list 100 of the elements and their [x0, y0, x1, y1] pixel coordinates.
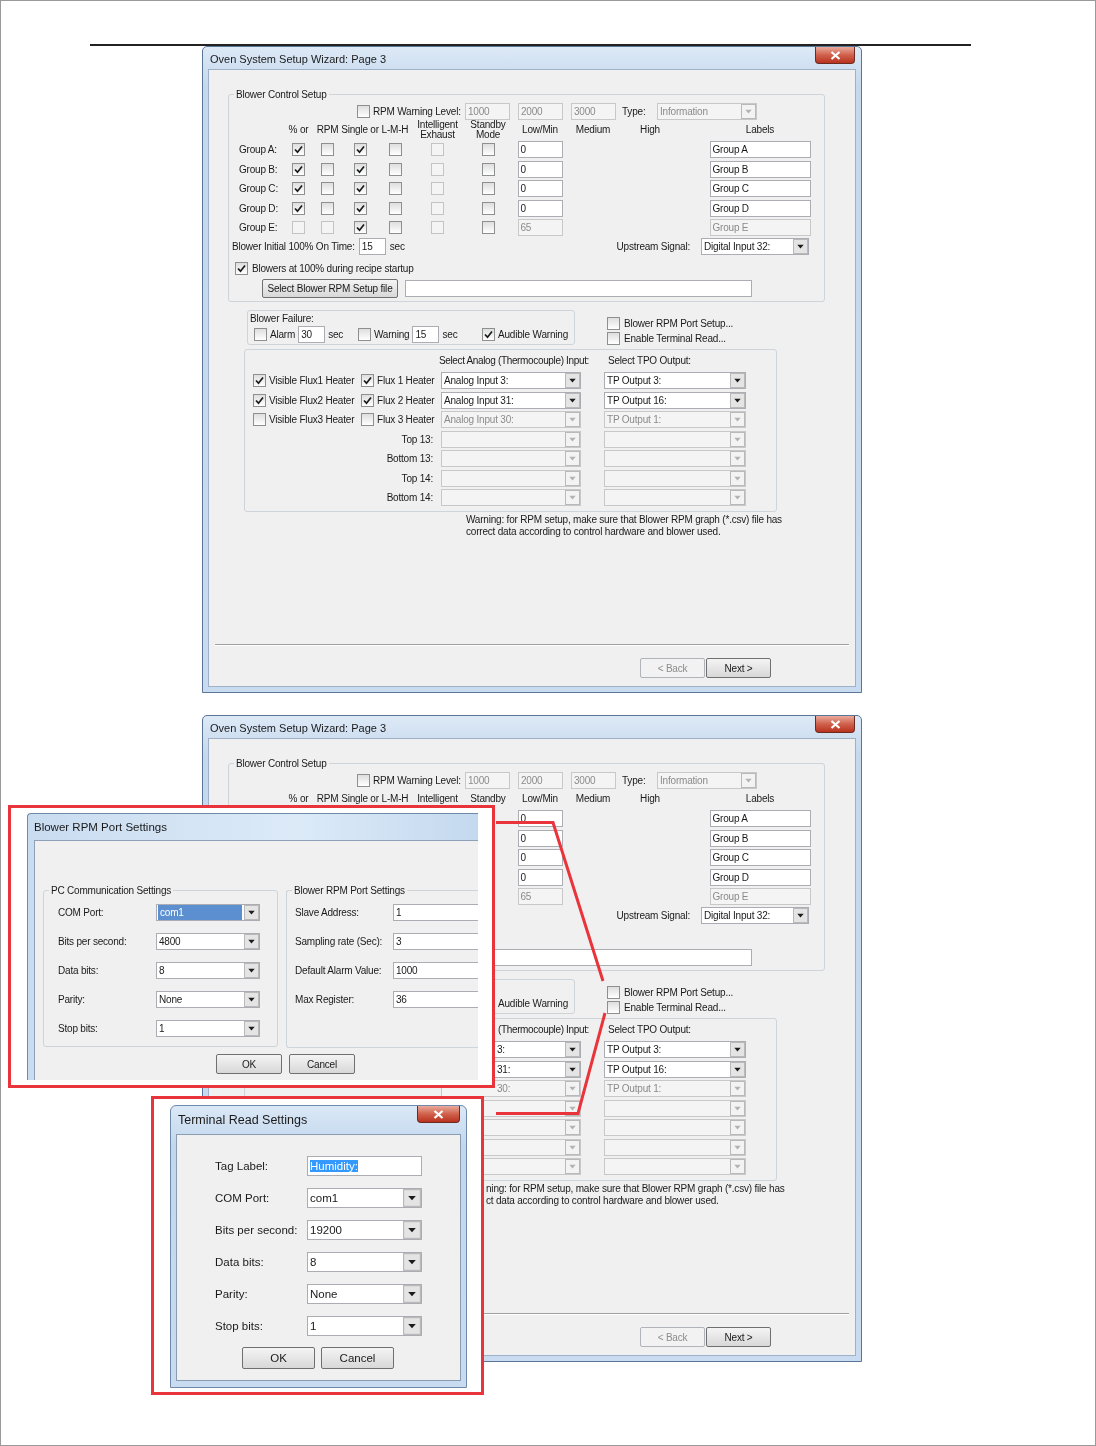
cancel-button[interactable]: Cancel [321, 1347, 394, 1369]
text-field[interactable]: 15 [412, 326, 440, 343]
checkbox[interactable] [388, 182, 402, 196]
text-field[interactable]: Group D [709, 868, 811, 886]
checkbox[interactable] [388, 143, 402, 157]
dropdown[interactable]: Analog Input 31: [441, 391, 581, 409]
checkbox[interactable] [481, 182, 495, 196]
ok-button[interactable]: OK [242, 1347, 315, 1369]
checkbox[interactable] [292, 201, 305, 215]
next-button[interactable]: Next > [706, 658, 771, 678]
ok-button[interactable]: OK [216, 1054, 282, 1074]
text-field[interactable]: 0 [517, 868, 563, 886]
checkbox[interactable] [388, 221, 402, 235]
checkbox-label: Warning [374, 329, 410, 340]
text-field[interactable]: Group C [709, 849, 811, 867]
checkbox[interactable] [481, 201, 495, 215]
checkbox[interactable] [292, 162, 305, 176]
checkbox[interactable] [358, 328, 371, 341]
checkbox[interactable] [321, 143, 334, 157]
row-label: Group E: [239, 222, 278, 234]
checkbox[interactable] [357, 105, 370, 118]
text-field[interactable]: 1 [393, 904, 478, 921]
checkbox[interactable] [481, 143, 495, 157]
dropdown[interactable]: 4800 [156, 933, 260, 950]
checkbox[interactable] [321, 182, 334, 196]
checkbox[interactable] [388, 201, 402, 215]
checkbox[interactable] [361, 393, 374, 407]
checkbox[interactable] [607, 986, 620, 999]
text-field[interactable]: 0 [517, 141, 563, 159]
text-field[interactable]: 0 [517, 849, 563, 867]
caret-down-icon [403, 1317, 421, 1335]
checkbox[interactable] [253, 374, 266, 388]
dropdown[interactable]: Analog Input 3: [441, 372, 581, 390]
close-button[interactable] [417, 1106, 460, 1123]
next-button[interactable]: Next > [706, 1327, 771, 1347]
cancel-button[interactable]: Cancel [289, 1054, 355, 1074]
close-button[interactable] [815, 47, 855, 64]
dropdown[interactable]: None [307, 1284, 422, 1304]
checkbox[interactable] [292, 182, 305, 196]
checkbox[interactable] [361, 413, 374, 427]
checkbox[interactable] [253, 413, 266, 427]
checkbox[interactable] [353, 201, 367, 215]
dropdown[interactable]: 1 [156, 1020, 260, 1037]
checkbox[interactable] [361, 374, 374, 388]
text-field[interactable]: Group B [709, 829, 811, 847]
field-label: Parity: [57, 994, 86, 1005]
dropdown[interactable]: TP Output 3: [604, 1041, 746, 1059]
text-field[interactable]: 15 [358, 237, 386, 255]
text-field[interactable]: 0 [517, 180, 563, 198]
select-file-button[interactable]: Select Blower RPM Setup file [262, 278, 398, 298]
dropdown[interactable]: 8 [156, 962, 260, 979]
checkbox[interactable] [607, 332, 620, 345]
dropdown[interactable]: com1 [307, 1188, 422, 1208]
text-field[interactable]: Group C [709, 180, 811, 198]
dropdown[interactable]: TP Output 3: [604, 372, 746, 390]
checkbox[interactable] [292, 143, 305, 157]
column-header: Labels [745, 794, 775, 804]
column-header: Medium [575, 794, 611, 804]
text-field[interactable]: 0 [517, 829, 563, 847]
close-icon [829, 50, 841, 60]
checkbox-label: Alarm [270, 329, 296, 340]
checkbox[interactable] [353, 182, 367, 196]
field-label: Max Register: [294, 994, 356, 1005]
dropdown[interactable]: None [156, 991, 260, 1008]
dropdown[interactable]: Digital Input 32: [701, 906, 809, 924]
checkbox[interactable] [254, 328, 267, 341]
dropdown[interactable]: TP Output 16: [604, 391, 746, 409]
dropdown[interactable]: 8 [307, 1252, 422, 1272]
checkbox[interactable] [607, 1001, 620, 1014]
text-field[interactable]: 3 [393, 933, 478, 950]
text-field[interactable]: Group D [709, 199, 811, 217]
text-field[interactable]: Group A [709, 141, 811, 159]
checkbox[interactable] [481, 221, 495, 235]
checkbox[interactable] [321, 162, 334, 176]
dropdown[interactable]: 1 [307, 1316, 422, 1336]
checkbox[interactable] [388, 162, 402, 176]
text-field[interactable]: Group B [709, 160, 811, 178]
checkbox[interactable] [353, 221, 367, 235]
text-field[interactable] [405, 279, 752, 297]
text-field[interactable]: 0 [517, 160, 563, 178]
text-field[interactable]: 0 [517, 199, 563, 217]
dropdown[interactable]: Digital Input 32: [701, 237, 809, 255]
text-field[interactable]: 30 [298, 326, 326, 343]
checkbox[interactable] [481, 162, 495, 176]
close-button[interactable] [815, 716, 855, 733]
checkbox[interactable] [353, 143, 367, 157]
text-field[interactable]: 1000 [393, 962, 478, 979]
group-title: PC Communication Settings [49, 884, 174, 897]
checkbox[interactable] [482, 328, 495, 341]
caret-down-icon [730, 490, 745, 506]
checkbox[interactable] [321, 201, 334, 215]
text-field[interactable]: Group A [709, 810, 811, 828]
dropdown[interactable]: TP Output 16: [604, 1060, 746, 1078]
dropdown[interactable]: 19200 [307, 1220, 422, 1240]
checkbox[interactable] [235, 262, 248, 275]
checkbox[interactable] [353, 162, 367, 176]
checkbox[interactable] [357, 774, 370, 787]
checkbox[interactable] [607, 317, 620, 330]
checkbox[interactable] [253, 393, 266, 407]
text-field[interactable]: 36 [393, 991, 478, 1008]
